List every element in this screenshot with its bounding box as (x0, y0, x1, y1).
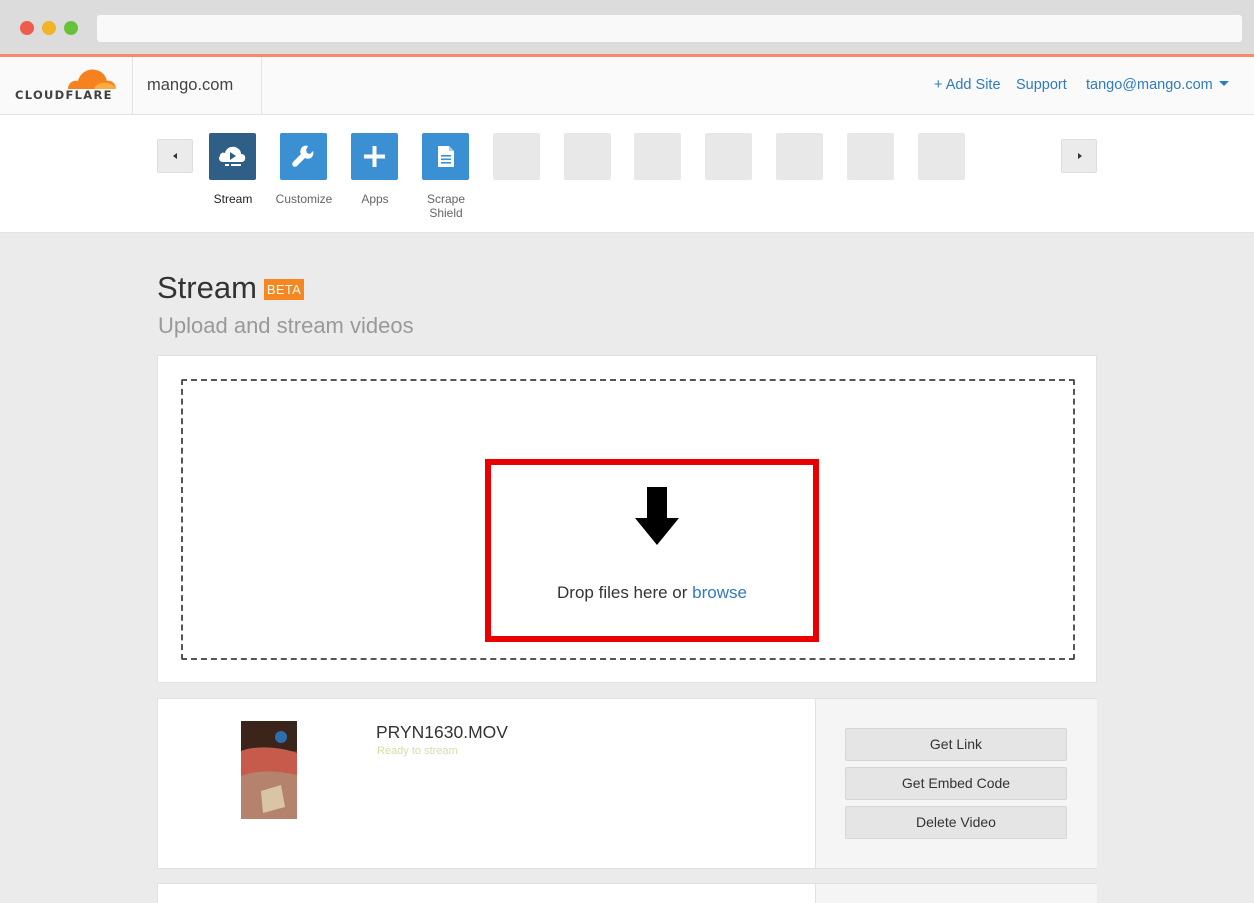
video-thumbnail[interactable] (241, 721, 297, 819)
logo-text: CLOUDFLARE (15, 88, 113, 102)
wrench-icon (292, 145, 314, 167)
app-tile-placeholder (918, 133, 965, 180)
support-link[interactable]: Support (1016, 57, 1067, 114)
stream-cloud-icon (219, 146, 246, 166)
cloudflare-logo[interactable]: CLOUDFLARE (0, 57, 133, 114)
beta-badge: BETA (264, 279, 304, 300)
app-label-scrape-shield: Scrape Shield (426, 192, 466, 220)
video-actions-pane (815, 884, 1097, 903)
app-tile-placeholder (564, 133, 611, 180)
file-dropzone[interactable]: Drop files here or browse (181, 379, 1075, 660)
highlight-annotation: Drop files here or browse (485, 459, 819, 642)
caret-right-icon (1078, 153, 1082, 159)
app-label-customize: Customize (275, 192, 333, 206)
user-email: tango@mango.com (1086, 77, 1213, 93)
app-tile-customize[interactable] (280, 133, 327, 180)
app-tile-scrape-shield[interactable] (422, 133, 469, 180)
app-tile-placeholder (634, 133, 681, 180)
window-minimize-button[interactable] (42, 21, 56, 35)
arrow-down-icon (635, 487, 679, 545)
caret-left-icon (173, 153, 177, 159)
app-tile-apps[interactable] (351, 133, 398, 180)
browse-link[interactable]: browse (692, 583, 747, 602)
app-tile-placeholder (847, 133, 894, 180)
drop-instructions: Drop files here or browse (491, 583, 813, 603)
app-tile-placeholder (705, 133, 752, 180)
video-status: Ready to stream (377, 745, 458, 757)
page-title: Stream (157, 270, 257, 305)
get-link-button[interactable]: Get Link (845, 728, 1067, 761)
video-actions-pane: Get Link Get Embed Code Delete Video (815, 699, 1097, 868)
get-embed-code-button[interactable]: Get Embed Code (845, 767, 1067, 800)
video-card (157, 883, 1097, 903)
app-navigation: Stream Customize Apps Scrape Shield (0, 115, 1254, 233)
app-tile-stream[interactable] (209, 133, 256, 180)
plus-icon (364, 146, 385, 167)
chevron-down-icon (1218, 80, 1229, 86)
address-bar[interactable] (97, 15, 1242, 42)
site-name[interactable]: mango.com (133, 57, 262, 114)
video-thumbnail-image (241, 721, 297, 819)
top-header: CLOUDFLARE mango.com + Add Site Support … (0, 57, 1254, 115)
app-label-stream: Stream (213, 192, 253, 206)
scroll-right-button[interactable] (1061, 139, 1097, 173)
video-file-name: PRYN1630.MOV (376, 722, 508, 742)
delete-video-button[interactable]: Delete Video (845, 806, 1067, 839)
app-tile-placeholder (493, 133, 540, 180)
browser-chrome (0, 0, 1254, 55)
document-icon (438, 146, 454, 167)
app-tile-placeholder (776, 133, 823, 180)
page-subtitle: Upload and stream videos (158, 313, 414, 338)
add-site-link[interactable]: + Add Site (934, 57, 1001, 114)
video-card: PRYN1630.MOV Ready to stream Get Link Ge… (157, 698, 1097, 869)
window-maximize-button[interactable] (64, 21, 78, 35)
drop-text: Drop files here or (557, 583, 688, 602)
user-menu[interactable]: tango@mango.com (1086, 57, 1229, 114)
scroll-left-button[interactable] (157, 139, 193, 173)
upload-card: Drop files here or browse (157, 355, 1097, 683)
window-close-button[interactable] (20, 21, 34, 35)
app-label-apps: Apps (361, 192, 389, 206)
